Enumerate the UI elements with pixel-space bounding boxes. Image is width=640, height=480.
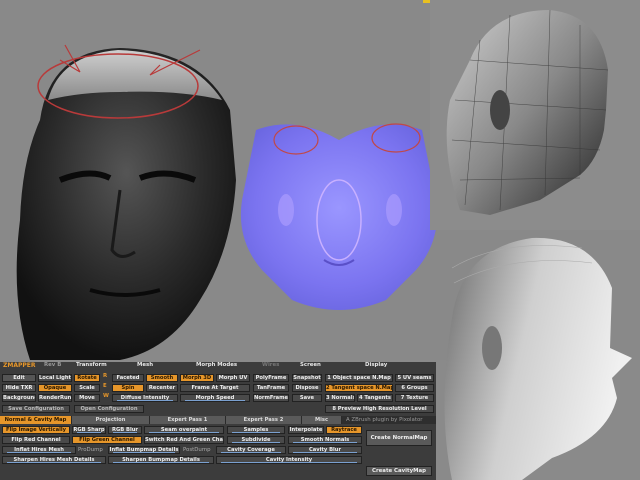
- edit-button[interactable]: Edit: [2, 374, 36, 382]
- scale-key: E: [103, 383, 107, 389]
- sharpen-bump-details-slider[interactable]: Sharpen Bumpmap Details: [108, 456, 214, 464]
- row-2: Hide TXR Opaque Scale E Spin Recenter Fr…: [0, 383, 436, 393]
- row-7: Inflat Hires Mesh Details ProDump Inflat…: [0, 446, 436, 455]
- row-3: Background RenderRun Move W Diffuse Inte…: [0, 393, 436, 403]
- menu-transform[interactable]: Transform: [76, 362, 107, 368]
- dispose-button[interactable]: Dispose: [292, 384, 322, 392]
- render-run-button[interactable]: RenderRun: [38, 394, 72, 402]
- menu-display[interactable]: Display: [365, 362, 387, 368]
- object-space-button[interactable]: 1 Object space N.Map: [325, 374, 393, 382]
- faceted-button[interactable]: Faceted: [112, 374, 144, 382]
- tab-bar: Normal & Cavity Map Projection Expert Pa…: [0, 416, 436, 424]
- morph3d-button[interactable]: Morph 3D: [180, 374, 214, 382]
- app-version: Rev B: [44, 362, 62, 368]
- create-cavitymap-button[interactable]: Create CavityMap: [366, 466, 432, 476]
- viewport-wireframe-side[interactable]: [430, 0, 640, 230]
- morph-speed-slider[interactable]: Morph Speed: [180, 394, 250, 402]
- plugin-credit: A ZBrush plugin by Pixolator: [346, 417, 423, 423]
- tangent-space-button[interactable]: 2 Tangent space N.Map: [325, 384, 393, 392]
- create-normalmap-button[interactable]: Create NormalMap: [366, 430, 432, 446]
- groups-button[interactable]: 6 Groups: [395, 384, 434, 392]
- frame-at-target-button[interactable]: Frame At Target: [180, 384, 250, 392]
- flip-red-channel-button[interactable]: Flip Red Channel: [2, 436, 70, 444]
- background-button[interactable]: Background: [2, 394, 36, 402]
- cavity-blur-slider[interactable]: Cavity Blur: [288, 446, 362, 454]
- sharpen-mesh-details-slider[interactable]: Sharpen Hires Mesh Details: [2, 456, 106, 464]
- subdivide-slider[interactable]: Subdivide: [227, 436, 285, 444]
- smooth-normals-slider[interactable]: Smooth Normals: [288, 436, 362, 444]
- viewport-head-front[interactable]: [0, 0, 238, 360]
- tab-projection[interactable]: Projection: [72, 416, 150, 424]
- zmapper-panel: ZMAPPER Rev B Transform Mesh Morph Modes…: [0, 362, 436, 480]
- samples-slider[interactable]: Samples: [227, 426, 285, 434]
- cavity-intensity-slider[interactable]: Cavity Intensity: [216, 456, 362, 464]
- save-button[interactable]: Save: [292, 394, 322, 402]
- tanframe-button[interactable]: TanFrame: [253, 384, 289, 392]
- tangents-button[interactable]: 4 Tangents: [357, 394, 393, 402]
- opaque-button[interactable]: Opaque: [38, 384, 72, 392]
- recenter-button[interactable]: Recenter: [146, 384, 178, 392]
- seam-overpaint-slider[interactable]: Seam overpaint: [144, 426, 224, 434]
- postdump-label: PostDump: [183, 447, 211, 453]
- menu-mesh[interactable]: Mesh: [137, 362, 153, 368]
- tab-expert-1[interactable]: Expert Pass 1: [150, 416, 226, 424]
- spin-button[interactable]: Spin: [112, 384, 144, 392]
- switch-red-green-button[interactable]: Switch Red And Green Channels: [144, 436, 224, 444]
- local-light-button[interactable]: Local Light: [38, 374, 72, 382]
- rotate-button[interactable]: Rotate: [74, 374, 100, 382]
- normals-button[interactable]: 3 Normals: [325, 394, 355, 402]
- normal-map-preview: [236, 110, 442, 320]
- diffuse-intensity-slider[interactable]: Diffuse Intensity: [112, 394, 178, 402]
- hide-txr-button[interactable]: Hide TXR: [2, 384, 36, 392]
- rotate-key: R: [103, 373, 108, 379]
- snapshot-button[interactable]: Snapshot: [292, 374, 322, 382]
- row-8: Sharpen Hires Mesh Details Sharpen Bumpm…: [0, 456, 436, 465]
- cavity-coverage-slider[interactable]: Cavity Coverage: [216, 446, 286, 454]
- tab-normal-cavity[interactable]: Normal & Cavity Map: [0, 416, 72, 424]
- rgb-blur-slider[interactable]: RGB Blur: [108, 426, 142, 434]
- flip-image-vertically-button[interactable]: Flip Image Vertically: [2, 426, 70, 434]
- save-config-button[interactable]: Save Configuration: [2, 405, 70, 413]
- move-button[interactable]: Move: [74, 394, 100, 402]
- preview-hires-button[interactable]: 8 Preview High Resolution Level: [325, 405, 434, 413]
- move-key: W: [103, 393, 109, 399]
- app-logo: ZMAPPER: [3, 362, 36, 369]
- raytrace-button[interactable]: Raytrace: [326, 426, 362, 434]
- viewport-render-side[interactable]: [432, 228, 640, 480]
- menu-wires[interactable]: Wires: [262, 362, 279, 368]
- uv-seams-button[interactable]: 5 UV seams: [395, 374, 434, 382]
- menu-screen[interactable]: Screen: [300, 362, 321, 368]
- inflat-mesh-details-slider[interactable]: Inflat Hires Mesh Details: [2, 446, 76, 454]
- open-config-button[interactable]: Open Configuration: [74, 405, 144, 413]
- polyframe-button[interactable]: PolyFrame: [253, 374, 289, 382]
- normframe-button[interactable]: NormFrame: [253, 394, 289, 402]
- row-4: Save Configuration Open Configuration 8 …: [0, 405, 436, 414]
- tab-misc[interactable]: Misc: [302, 416, 342, 424]
- interpolate-button[interactable]: Interpolate: [288, 426, 324, 434]
- prodump-label: ProDump: [78, 447, 103, 453]
- menu-morph-modes[interactable]: Morph Modes: [196, 362, 237, 368]
- menu-row: ZMAPPER Rev B Transform Mesh Morph Modes…: [0, 362, 436, 372]
- inflat-bump-details-slider[interactable]: Inflat Bumpmap Details: [108, 446, 180, 454]
- morph-uv-button[interactable]: Morph UV: [216, 374, 250, 382]
- rgb-sharp-slider[interactable]: RGB Sharp: [72, 426, 106, 434]
- row-1: Edit Local Light Rotate R Faceted Smooth…: [0, 373, 436, 383]
- flip-green-channel-button[interactable]: Flip Green Channel: [72, 436, 142, 444]
- tab-expert-2[interactable]: Expert Pass 2: [226, 416, 302, 424]
- smooth-button[interactable]: Smooth: [146, 374, 178, 382]
- scale-button[interactable]: Scale: [74, 384, 100, 392]
- texture-button[interactable]: 7 Texture: [395, 394, 434, 402]
